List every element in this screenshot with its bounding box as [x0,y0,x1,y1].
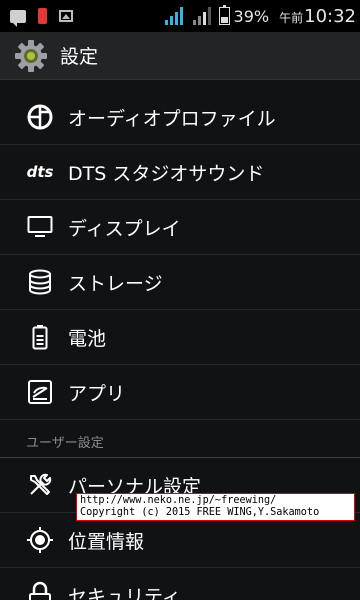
watermark-url: http://www.neko.ne.jp/~freewing/ [80,495,277,506]
battery-status-icon [218,5,230,25]
settings-screen: 39% 午前 10:32 設定 オーディオプロファイル dts DTS スタジオ… [0,0,360,600]
setting-label: 電池 [68,327,107,350]
setting-label: セキュリティ [68,585,181,600]
audio-profile-icon [26,103,54,131]
signal-strength-icon [164,7,183,25]
setting-storage[interactable]: ストレージ [0,255,360,310]
phone-icon [38,8,47,24]
settings-list: オーディオプロファイル dts DTS スタジオサウンド ディスプレイ ストレー… [0,90,360,600]
battery-icon [26,323,54,351]
setting-display[interactable]: ディスプレイ [0,200,360,255]
setting-security[interactable]: セキュリティ [0,568,360,600]
clock: 10:32 [304,5,356,27]
setting-label: DTS スタジオサウンド [68,162,265,185]
setting-audio-profile[interactable]: オーディオプロファイル [0,90,360,145]
signal-strength-2-icon [192,7,211,25]
setting-location[interactable]: 位置情報 [0,513,360,568]
chat-icon [10,9,26,27]
setting-label: アプリ [68,382,126,405]
status-bar: 39% 午前 10:32 [0,0,360,32]
system-status: 39% 午前 10:32 [164,5,356,27]
setting-label: 位置情報 [68,530,145,553]
image-icon [59,10,73,22]
ampm-label: 午前 [279,10,304,25]
page-title: 設定 [60,46,99,68]
setting-label: オーディオプロファイル [68,107,276,130]
battery-percent: 39% [233,6,270,26]
apps-icon [26,378,54,406]
setting-dts-studio-sound[interactable]: dts DTS スタジオサウンド [0,145,360,200]
setting-battery[interactable]: 電池 [0,310,360,365]
dts-logo-text: dts [26,163,54,181]
setting-label: ストレージ [68,272,163,295]
action-bar: 設定 [0,32,360,80]
setting-label: ディスプレイ [68,217,181,240]
location-icon [26,526,54,554]
display-icon [26,213,54,241]
watermark-copyright: Copyright (c) 2015 FREE WING,Y.Sakamoto [80,507,320,518]
section-header-user-settings: ユーザー設定 [0,420,360,458]
copyright-watermark: http://www.neko.ne.jp/~freewing/ Copyrig… [76,493,355,521]
dts-icon: dts [26,158,54,186]
storage-icon [26,268,54,296]
setting-apps[interactable]: アプリ [0,365,360,420]
notification-area[interactable] [10,8,73,27]
tools-icon [26,471,54,499]
settings-gear-icon[interactable] [14,39,48,73]
lock-icon [26,581,54,600]
